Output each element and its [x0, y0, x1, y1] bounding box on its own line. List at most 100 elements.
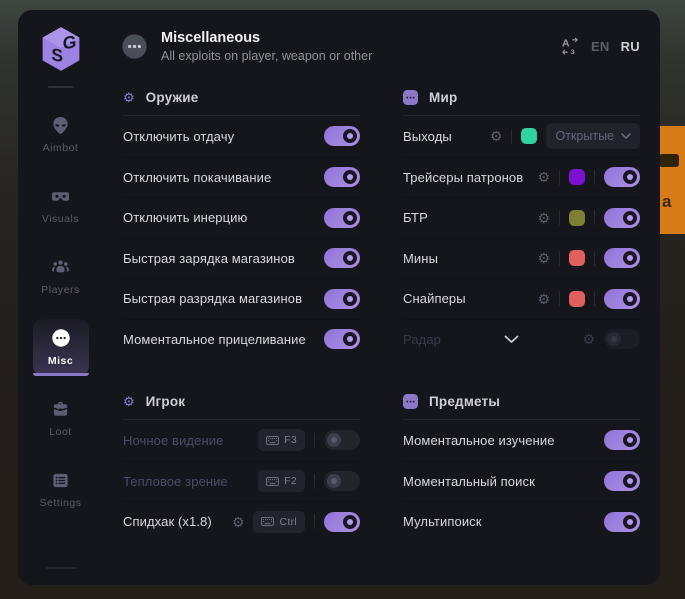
feature-row: Радар⚙ [403, 319, 640, 360]
chevron-down-icon[interactable] [504, 335, 519, 344]
sidebar-item-aimbot[interactable]: Aimbot [33, 106, 89, 163]
feature-row: БТР ⚙ [403, 197, 640, 238]
color-swatch[interactable] [569, 250, 585, 266]
hotkey-label: Ctrl [279, 516, 297, 528]
hotkey-badge[interactable]: F2 [258, 470, 305, 492]
toggle-switch[interactable] [604, 289, 640, 309]
toggle-knob [327, 433, 341, 447]
gear-icon[interactable]: ⚙ [582, 332, 595, 346]
color-swatch[interactable] [569, 291, 585, 307]
hotkey-badge[interactable]: Ctrl [253, 511, 305, 533]
feature-label: Ночное видение [123, 433, 223, 448]
feature-row: Мины⚙ [403, 238, 640, 279]
toggle-switch[interactable] [604, 512, 640, 532]
gear-icon[interactable]: ⚙ [490, 129, 503, 143]
feature-label: Мультипоиск [403, 514, 482, 529]
vertical-divider [594, 291, 595, 306]
briefcase-icon [51, 399, 71, 419]
toggle-switch[interactable] [604, 167, 640, 187]
players-icon [51, 257, 71, 277]
sidebar-item-settings[interactable]: Settings [33, 461, 89, 518]
color-swatch[interactable] [521, 128, 537, 144]
row-controls [324, 329, 360, 349]
lang-option-en[interactable]: EN [591, 39, 610, 54]
chevron-down-icon [621, 133, 631, 139]
cheat-menu-panel: S G Aimbot Visuals Players Misc Loot Settings… [18, 10, 660, 585]
toggle-knob [343, 292, 357, 306]
gear-icon[interactable]: ⚙ [537, 251, 550, 265]
keyboard-icon [266, 436, 279, 445]
toggle-switch[interactable] [324, 208, 360, 228]
feature-row: Спидхак (x1.8) ⚙ Ctrl [123, 501, 360, 542]
sidebar-item-loot[interactable]: Loot [33, 390, 89, 447]
toggle-knob [623, 251, 637, 265]
svg-text:з: з [570, 46, 574, 56]
feature-label: БТР [403, 210, 428, 225]
row-spacer [441, 335, 582, 344]
color-swatch[interactable] [569, 169, 585, 185]
sidebar: S G Aimbot Visuals Players Misc Loot Settings [18, 10, 103, 585]
toggle-switch[interactable] [324, 512, 360, 532]
feature-label: Отключить покачивание [123, 170, 271, 185]
gear-icon[interactable]: ⚙ [537, 292, 550, 306]
toggle-switch[interactable] [324, 329, 360, 349]
toggle-switch[interactable] [324, 471, 360, 491]
vertical-divider [314, 474, 315, 489]
gear-icon[interactable]: ⚙ [232, 515, 245, 529]
sg-cube-logo: S G [40, 25, 82, 73]
toggle-knob [623, 292, 637, 306]
list-icon [51, 470, 71, 490]
toggle-switch[interactable] [324, 126, 360, 146]
gear-icon[interactable]: ⚙ [537, 170, 550, 184]
dropdown-value: Открытые [555, 129, 614, 143]
section-header: ⚙Игрок [123, 383, 360, 419]
toggle-switch[interactable] [324, 289, 360, 309]
section-rows: Моментальное изучениеМоментальный поискМ… [403, 420, 640, 542]
toggle-switch[interactable] [604, 329, 640, 349]
svg-text:S: S [51, 44, 63, 66]
sidebar-item-misc[interactable]: Misc [33, 319, 89, 376]
feature-label: Отключить отдачу [123, 129, 234, 144]
section-rows: Ночное видениеF3Тепловое зрениеF2Спидхак… [123, 420, 360, 542]
section-rows: Выходы⚙ОткрытыеТрейсеры патронов⚙БТР⚙Мин… [403, 116, 640, 359]
toggle-switch[interactable] [324, 430, 360, 450]
toggle-switch[interactable] [604, 248, 640, 268]
feature-label: Моментальное прицеливание [123, 332, 306, 347]
sidebar-bottom-divider [46, 567, 76, 569]
feature-label: Трейсеры патронов [403, 170, 523, 185]
dropdown-select[interactable]: Открытые [546, 123, 640, 149]
gear-icon[interactable]: ⚙ [537, 211, 550, 225]
vertical-divider [559, 251, 560, 266]
toggle-switch[interactable] [324, 167, 360, 187]
color-swatch[interactable] [569, 210, 585, 226]
toggle-knob [623, 515, 637, 529]
gear-icon: ⚙ [123, 395, 135, 408]
row-controls: ⚙ [582, 329, 640, 349]
sidebar-item-label: Settings [40, 497, 82, 509]
feature-label: Спидхак (x1.8) [123, 514, 212, 529]
toggle-switch[interactable] [604, 471, 640, 491]
toggle-knob [607, 332, 621, 346]
section-player: ⚙ИгрокНочное видениеF3Тепловое зрениеF2С… [123, 383, 360, 542]
section-items: ПредметыМоментальное изучениеМоментальны… [403, 383, 640, 542]
lang-option-ru[interactable]: RU [621, 39, 640, 54]
feature-label: Выходы [403, 129, 452, 144]
sidebar-item-players[interactable]: Players [33, 248, 89, 305]
vertical-divider [314, 514, 315, 529]
row-controls [604, 512, 640, 532]
hotkey-badge[interactable]: F3 [258, 429, 305, 451]
toggle-switch[interactable] [324, 248, 360, 268]
section-title: Мир [429, 90, 457, 105]
content-column-1: ⚙ОружиеОтключить отдачуОтключить покачив… [123, 63, 360, 542]
toggle-switch[interactable] [604, 430, 640, 450]
sidebar-item-label: Players [41, 284, 80, 296]
feature-row: Отключить покачивание [123, 157, 360, 198]
sidebar-item-visuals[interactable]: Visuals [33, 177, 89, 234]
vertical-divider [511, 129, 512, 144]
row-controls: F3 [258, 429, 360, 451]
keyboard-icon [266, 477, 279, 486]
feature-row: Быстрая зарядка магазинов [123, 238, 360, 279]
dots-square-icon [403, 90, 418, 105]
toggle-switch[interactable] [604, 208, 640, 228]
section-rows: Отключить отдачуОтключить покачиваниеОтк… [123, 116, 360, 359]
